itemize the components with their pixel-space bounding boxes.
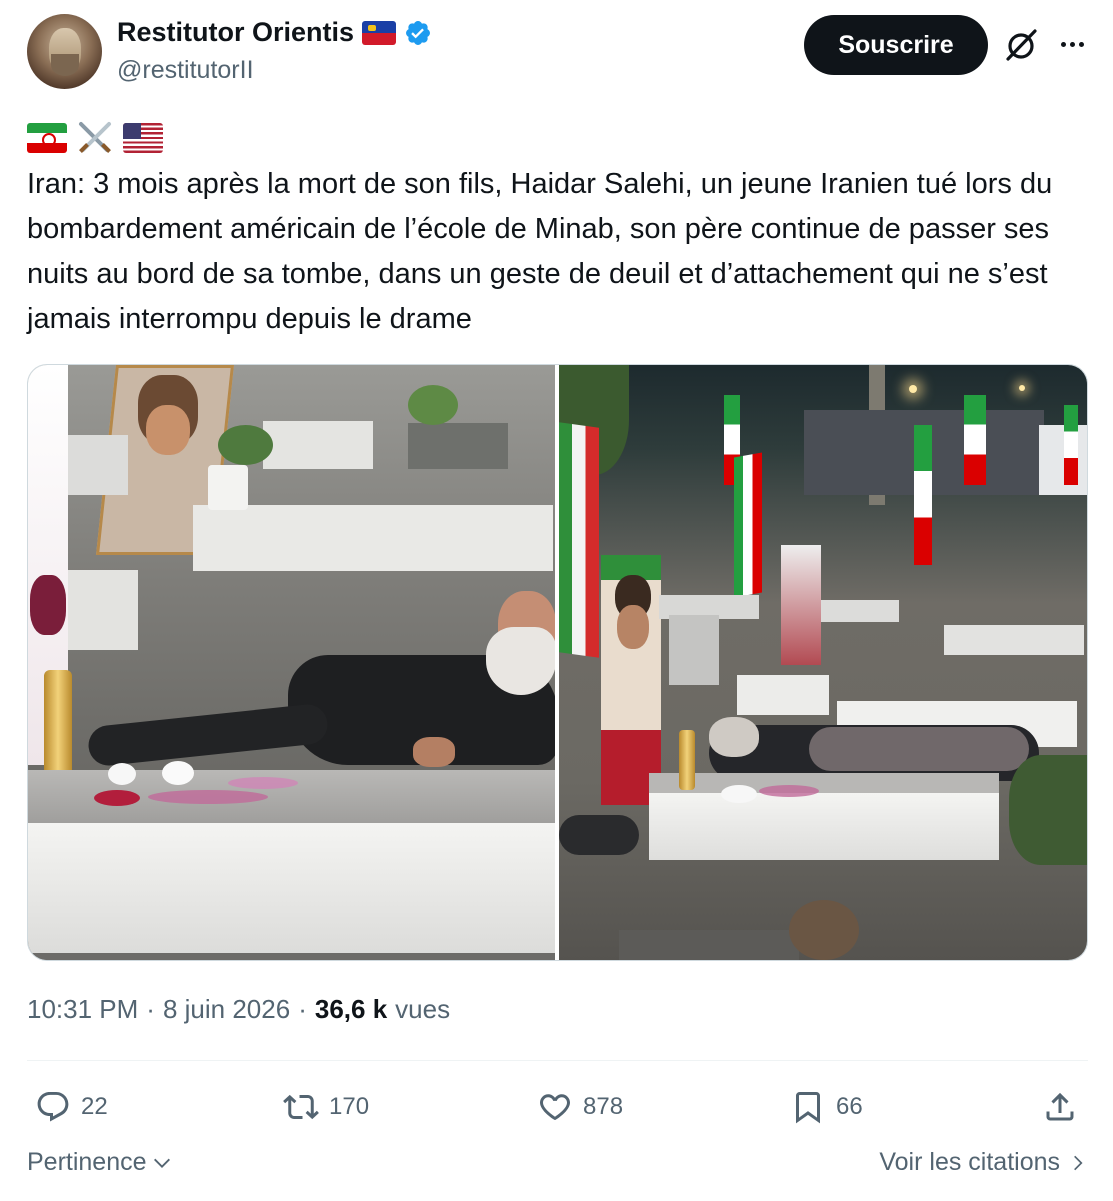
sort-dropdown[interactable]: Pertinence: [27, 1148, 173, 1177]
verified-badge-icon[interactable]: [404, 19, 432, 47]
like-button[interactable]: 878: [537, 1082, 623, 1132]
like-count: 878: [583, 1093, 624, 1120]
chevron-right-icon: [1074, 1155, 1083, 1170]
reply-icon: [37, 1092, 69, 1122]
chevron-down-icon: [153, 1158, 170, 1168]
views-label: vues: [395, 994, 451, 1024]
divider: [27, 1060, 1088, 1061]
reply-footer: Pertinence Voir les citations: [27, 1148, 1088, 1184]
liechtenstein-flag-icon: [362, 20, 397, 45]
action-bar: 22 170 878 66: [27, 1082, 1088, 1132]
meta-separator: ·: [298, 994, 307, 1024]
tweet-text: Iran: 3 mois après la mort de son fils, …: [27, 168, 1053, 335]
media-grid: [27, 364, 1088, 961]
subscribe-button[interactable]: Souscrire: [804, 15, 988, 75]
crossed-swords-icon: [75, 120, 115, 156]
view-quotes-label: Voir les citations: [879, 1148, 1060, 1176]
bookmark-icon: [796, 1092, 820, 1124]
share-icon: [1046, 1092, 1074, 1121]
view-quotes-link[interactable]: Voir les citations: [879, 1148, 1088, 1177]
reply-count: 22: [81, 1093, 108, 1120]
heart-icon: [540, 1094, 570, 1120]
bookmark-button[interactable]: 66: [790, 1082, 863, 1132]
repost-button[interactable]: 170: [283, 1082, 369, 1132]
author-display-name[interactable]: Restitutor Orientis: [117, 17, 354, 48]
tweet-header: Restitutor Orientis @restitutorII Souscr…: [0, 0, 1113, 100]
author-name-row[interactable]: Restitutor Orientis: [117, 17, 432, 48]
tweet-meta: 10:31 PM · 8 juin 2026 · 36,6 k vues: [27, 994, 450, 1025]
views-count[interactable]: 36,6 k: [315, 994, 387, 1025]
sort-label: Pertinence: [27, 1148, 147, 1176]
avatar[interactable]: [27, 14, 102, 89]
tweet-date[interactable]: 8 juin 2026: [163, 994, 290, 1025]
reply-button[interactable]: 22: [35, 1082, 108, 1132]
iran-flag-icon: [27, 123, 67, 153]
photo-left[interactable]: [28, 365, 555, 960]
meta-separator: ·: [146, 994, 155, 1024]
tweet-time[interactable]: 10:31 PM: [27, 994, 138, 1025]
author-handle[interactable]: @restitutorII: [117, 56, 254, 85]
photo-right[interactable]: [559, 365, 1087, 960]
more-dots-icon[interactable]: [1056, 28, 1088, 60]
share-button[interactable]: [1042, 1082, 1078, 1132]
grok-icon[interactable]: [1002, 26, 1040, 64]
emoji-row: [27, 120, 163, 156]
bookmark-count: 66: [836, 1093, 863, 1120]
repost-count: 170: [329, 1093, 370, 1120]
us-flag-icon: [123, 123, 163, 153]
repost-icon: [283, 1094, 319, 1120]
